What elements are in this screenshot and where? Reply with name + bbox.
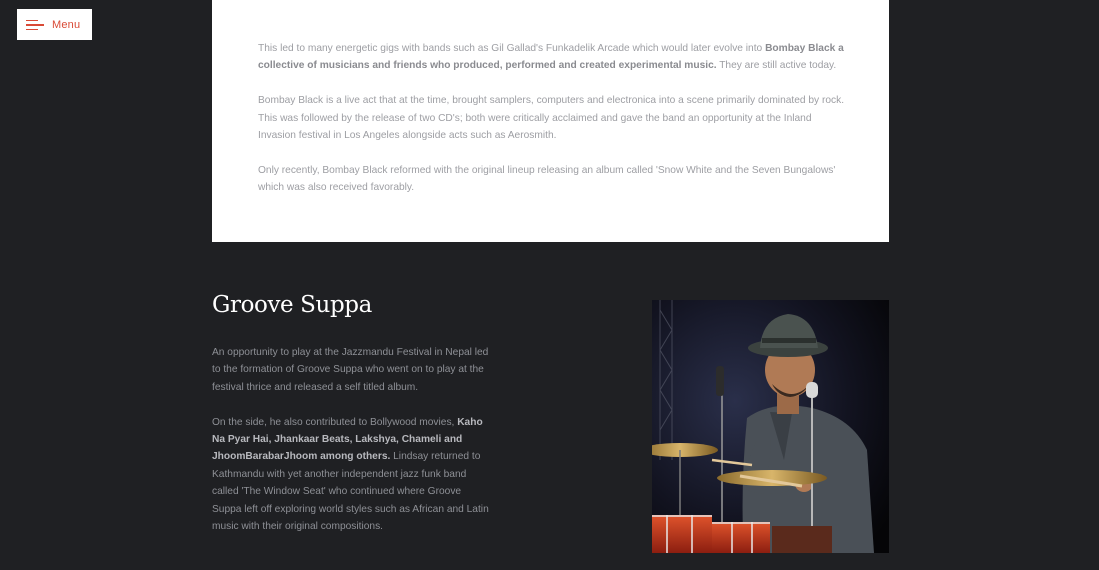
section-paragraph-1: An opportunity to play at the Jazzmandu … <box>212 347 489 393</box>
bio-paragraph-3: Only recently, Bombay Black reformed wit… <box>258 164 836 194</box>
drummer-photo <box>652 300 889 553</box>
hamburger-icon <box>26 19 44 31</box>
bio-card: This led to many energetic gigs with ban… <box>212 0 889 242</box>
menu-button[interactable]: Menu <box>17 9 92 40</box>
bio-paragraph-1-tail: They are still active today. <box>716 60 837 72</box>
section-paragraph-2-tail: Lindsay returned to Kathmandu with yet a… <box>212 451 489 533</box>
bio-paragraph-2: Bombay Black is a live act that at the t… <box>258 95 845 142</box>
section-title: Groove Suppa <box>212 292 372 318</box>
bio-paragraph-1-text: This led to many energetic gigs with ban… <box>258 43 766 54</box>
section-paragraph-2: On the side, he also contributed to Boll… <box>212 414 490 536</box>
menu-label: Menu <box>52 18 81 31</box>
section-text: An opportunity to play at the Jazzmandu … <box>212 344 490 553</box>
bio-paragraph-1: This led to many energetic gigs with ban… <box>258 40 848 75</box>
bio-card-text: This led to many energetic gigs with ban… <box>258 40 848 214</box>
section-paragraph-2-text: On the side, he also contributed to Boll… <box>212 416 458 428</box>
